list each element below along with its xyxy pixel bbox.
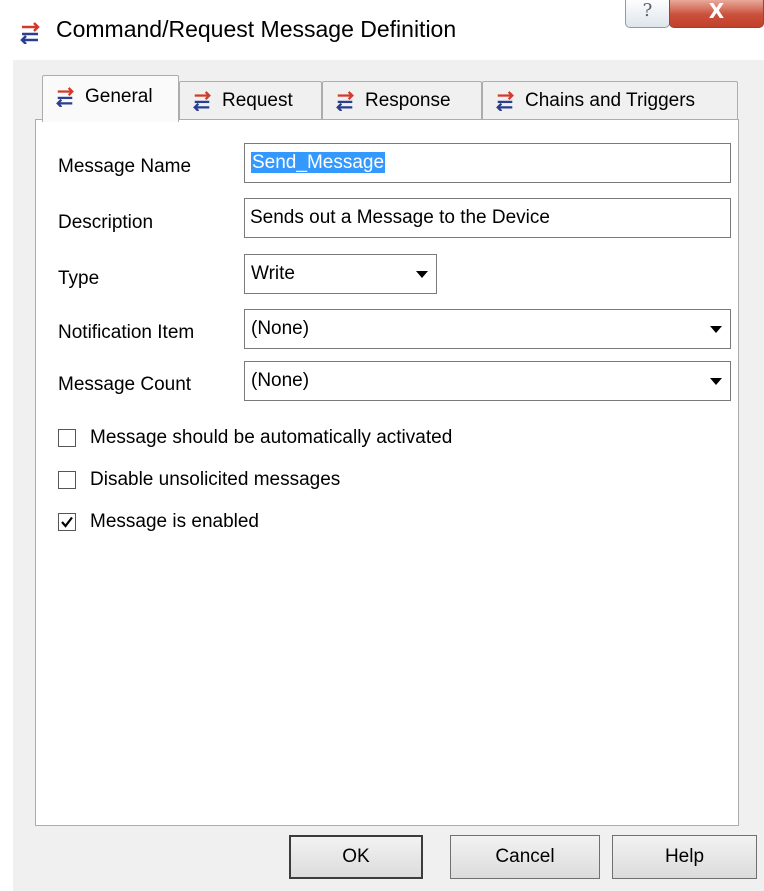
- checkmark-icon: [61, 516, 73, 528]
- help-icon: ?: [642, 0, 653, 21]
- cancel-button[interactable]: Cancel: [450, 835, 600, 879]
- disable-unsolicited-checkbox[interactable]: [58, 471, 76, 489]
- tab-label: Chains and Triggers: [525, 89, 696, 111]
- auto-activate-label: Message should be automatically activate…: [90, 427, 453, 448]
- help-button[interactable]: Help: [612, 835, 757, 879]
- close-button[interactable]: X: [669, 0, 764, 28]
- ok-button[interactable]: OK: [289, 835, 423, 879]
- tab-chains-and-triggers[interactable]: Chains and Triggers: [482, 81, 738, 119]
- description-field[interactable]: [244, 198, 731, 238]
- title-bar: Command/Request Message Definition ? X: [0, 0, 764, 60]
- description-label: Description: [58, 212, 154, 233]
- arrows-exchange-icon: [56, 87, 74, 107]
- notification-item-value: (None): [251, 318, 310, 339]
- tab-request[interactable]: Request: [179, 81, 322, 119]
- tab-response[interactable]: Response: [322, 81, 482, 119]
- notification-item-label: Notification Item: [58, 322, 195, 343]
- tab-label: General: [85, 86, 153, 107]
- arrows-exchange-icon: [20, 22, 40, 44]
- tab-label: Request: [222, 89, 293, 111]
- message-count-label: Message Count: [58, 374, 192, 395]
- description-input[interactable]: [245, 199, 730, 237]
- chevron-down-icon[interactable]: [704, 367, 728, 395]
- arrows-exchange-icon: [193, 90, 211, 111]
- message-count-value: (None): [251, 370, 310, 391]
- arrows-exchange-icon: [336, 90, 354, 111]
- message-name-field[interactable]: Send_Message: [244, 143, 731, 183]
- notification-item-select[interactable]: (None): [244, 309, 731, 349]
- message-name-label: Message Name: [58, 156, 192, 177]
- context-help-button[interactable]: ?: [625, 0, 670, 28]
- chevron-down-icon[interactable]: [704, 315, 728, 343]
- message-enabled-checkbox[interactable]: [58, 513, 76, 531]
- message-enabled-checkbox-row[interactable]: Message is enabled: [58, 511, 259, 533]
- tab-general[interactable]: General: [42, 75, 179, 122]
- type-value: Write: [251, 263, 295, 284]
- chevron-down-icon[interactable]: [410, 260, 434, 288]
- message-name-value: Send_Message: [251, 152, 386, 173]
- window-title: Command/Request Message Definition: [56, 16, 457, 42]
- type-label: Type: [58, 268, 100, 289]
- arrows-exchange-icon: [496, 90, 514, 111]
- disable-unsolicited-label: Disable unsolicited messages: [90, 469, 341, 490]
- type-select[interactable]: Write: [244, 254, 437, 294]
- message-count-select[interactable]: (None): [244, 361, 731, 401]
- message-enabled-label: Message is enabled: [90, 511, 259, 532]
- close-icon: X: [708, 0, 725, 23]
- auto-activate-checkbox-row[interactable]: Message should be automatically activate…: [58, 427, 452, 449]
- tab-label: Response: [365, 89, 451, 111]
- disable-unsolicited-checkbox-row[interactable]: Disable unsolicited messages: [58, 469, 340, 491]
- auto-activate-checkbox[interactable]: [58, 429, 76, 447]
